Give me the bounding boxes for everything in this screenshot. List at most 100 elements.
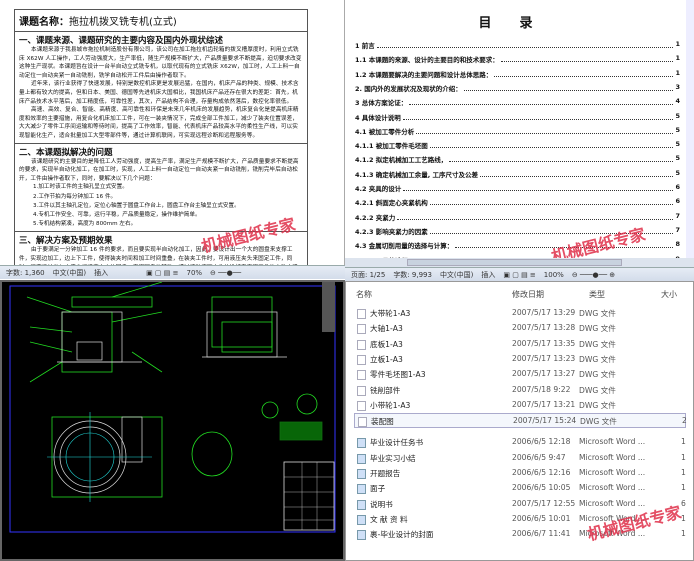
toc-leader (429, 197, 674, 206)
column-header: 名称 修改日期 类型 大小 (346, 285, 693, 303)
toc-page-number: 5 (675, 125, 680, 134)
file-row[interactable]: 铣削部件 2007/5/18 9:22 DWG 文件 (354, 383, 686, 398)
paragraph: 由于要满足一分钟加工 16 件的要求，而且要实现半自动化加工，因此，要设计出一个… (19, 247, 298, 265)
file-row[interactable]: 毕业实习小结 2006/6/5 9:47 Microsoft Word ... 1 (354, 451, 686, 466)
file-name: 底板1-A3 (370, 339, 403, 349)
language[interactable]: 中文(中国) (440, 270, 473, 280)
file-date: 2006/6/5 10:01 (512, 513, 571, 523)
toc-page-number: 1 (675, 68, 680, 77)
file-name: 开题报告 (370, 469, 401, 478)
toc-leader (463, 83, 674, 91)
toc-leader (416, 126, 674, 134)
word-document-task-report: 课题名称：拖拉机拨叉铣专机(立式) 一、课题来源、课题研究的主要内容及国内外现状… (0, 0, 345, 265)
toc-entry[interactable]: 4.1.3 确定机械加工余量, 工序尺寸及公差 5 (355, 169, 680, 179)
dwg-file-icon (357, 354, 366, 365)
toc-entry-title: 4.2.1 斜面定心夹紧机构 (355, 199, 428, 208)
assembly-drawing (9, 282, 336, 533)
page-count[interactable]: 页面: 1/25 (351, 270, 385, 280)
dwg-file-icon (357, 400, 366, 411)
toc-page-number: 8 (675, 240, 680, 249)
toc-entry[interactable]: 1.1 本课题的来源、设计的主要目的和技术要求： 1 (355, 54, 680, 64)
view-buttons[interactable]: ▣ ▢ ▤ ≡ (503, 271, 535, 279)
toc-page-number: 1 (675, 54, 680, 63)
file-name: 大带轮1-A3 (370, 309, 411, 318)
toc-entry[interactable]: 4.2.2 夹紧力 7 (355, 212, 680, 222)
file-date: 2006/6/7 11:41 (512, 529, 571, 539)
file-name: 裹-毕业设计的封面 (370, 530, 434, 540)
file-row[interactable]: 大轴1-A3 2007/5/17 13:28 DWG 文件 (354, 321, 686, 336)
file-date: 2006/6/5 12:18 (512, 437, 571, 447)
file-type: Microsoft Word ... (579, 468, 646, 477)
insert-mode[interactable]: 插入 (481, 270, 495, 280)
word-count: 字数: 1,360 (6, 268, 45, 277)
file-type: Microsoft Word ... (579, 483, 646, 493)
toc-leader (449, 154, 674, 163)
file-size: 1 (681, 529, 686, 539)
file-row[interactable]: 装配图 2007/5/17 15:24 DWG 文件 2 (354, 413, 687, 429)
file-type: DWG 文件 (579, 339, 616, 349)
toc-page-number: 5 (675, 168, 680, 177)
file-date: 2007/5/17 13:29 (512, 308, 576, 317)
file-name: 文 献 资 料 (370, 514, 408, 524)
cad-drawing-view[interactable] (0, 280, 345, 561)
file-row[interactable]: 大带轮1-A3 2007/5/17 13:29 DWG 文件 (354, 306, 686, 321)
toc-entry-title: 3 总体方案论证： (355, 99, 408, 108)
toc-entry[interactable]: 4.2.1 斜面定心夹紧机构 6 (355, 197, 680, 207)
topic-title: 课题名称：拖拉机拨叉铣专机(立式) (15, 10, 307, 32)
section-heading: 一、课题来源、课题研究的主要内容及国内外现状综述 (19, 36, 224, 46)
toc-entry[interactable]: 4.1 被加工零件分析 5 (355, 126, 680, 136)
dwg-file-icon (357, 339, 366, 350)
file-type: Microsoft Word ... (579, 452, 646, 462)
file-date: 2007/5/17 13:28 (512, 323, 576, 333)
toc-page-number: 5 (675, 154, 680, 163)
insert-mode[interactable]: 插入 (94, 268, 108, 278)
zoom-slider[interactable]: ⊖ ───●── ⊕ (572, 271, 615, 279)
file-date: 2007/5/17 13:21 (512, 399, 576, 409)
dwg-file-icon (357, 370, 366, 381)
toc-entry[interactable]: 1 前言 1 (355, 40, 680, 50)
file-date: 2007/5/18 9:22 (512, 384, 571, 394)
toc-entry[interactable]: 1.2 本课题要解决的主要问题和设计总体思路： 1 (355, 69, 680, 79)
column-size[interactable]: 大小 (661, 289, 677, 300)
file-name: 立板1-A3 (370, 354, 403, 364)
cad-toolbar[interactable] (322, 282, 335, 332)
column-date[interactable]: 修改日期 (512, 289, 544, 300)
vertical-scrollbar[interactable] (686, 0, 694, 258)
toc-entry-title: 4 具体设计说明 (355, 113, 401, 122)
word-file-icon (357, 530, 366, 541)
column-type[interactable]: 类型 (589, 289, 605, 300)
zoom-level[interactable]: 100% (544, 271, 564, 279)
view-buttons[interactable]: ▣ ▢ ▤ ≡ (146, 269, 178, 277)
dwg-file-icon (357, 324, 366, 335)
toc-entry[interactable]: 4 具体设计说明 5 (355, 112, 680, 122)
toc-entry[interactable]: 4.1.2 拟定机械加工工艺路线， 5 (355, 154, 680, 164)
toc-entry-title: 1 前言 (355, 42, 375, 50)
paragraph: 本课题来源于我县城市拖拉机制造股份有限公司，该公司在加工拖拉机齿轮箱的拨叉槽厚度… (19, 47, 302, 79)
file-row[interactable]: 面子 2006/6/5 10:05 Microsoft Word ... 1 (354, 481, 686, 496)
file-name: 大轴1-A3 (370, 324, 403, 334)
file-row[interactable]: 毕业设计任务书 2006/6/5 12:18 Microsoft Word ... 1 (354, 435, 686, 450)
file-type: DWG 文件 (579, 400, 616, 410)
toc-entry[interactable]: 4.2 夹具的设计 6 (355, 183, 680, 193)
toc-leader (494, 69, 674, 77)
horizontal-scrollbar[interactable] (345, 258, 694, 267)
file-row[interactable]: 零件毛坯图1-A3 2007/5/17 13:27 DWG 文件 (354, 367, 686, 382)
file-date: 2007/5/17 13:35 (512, 338, 576, 348)
word-count: 字数: 9,993 (393, 270, 432, 279)
word-file-icon (357, 484, 366, 495)
toc-entry-title: 4.1 被加工零件分析 (355, 127, 415, 136)
zoom-level[interactable]: 70% (186, 269, 202, 277)
language[interactable]: 中文(中国) (53, 268, 86, 278)
column-name[interactable]: 名称 (356, 289, 372, 300)
toc-entry[interactable]: 4.1.1 被加工零件毛坯图 5 (355, 140, 680, 150)
file-row[interactable]: 立板1-A3 2007/5/17 13:23 DWG 文件 (354, 352, 686, 367)
file-type: DWG 文件 (579, 385, 616, 395)
file-row[interactable]: 底板1-A3 2007/5/17 13:35 DWG 文件 (354, 337, 686, 352)
toc-entry[interactable]: 2. 国内外的发展状况及现状的介绍： 3 (355, 83, 680, 93)
file-row[interactable]: 小带轮1-A3 2007/5/17 13:21 DWG 文件 (354, 398, 686, 413)
list-item: 1.加工时该工件的主轴孔呈立式安置。 (33, 184, 128, 191)
zoom-slider[interactable]: ⊖ ──●── (210, 269, 241, 277)
file-row[interactable]: 开题报告 2006/6/5 12:16 Microsoft Word ... 1 (354, 466, 686, 481)
toc-entry[interactable]: 3 总体方案论证： 4 (355, 97, 680, 107)
file-date: 2006/6/5 10:05 (512, 483, 571, 493)
